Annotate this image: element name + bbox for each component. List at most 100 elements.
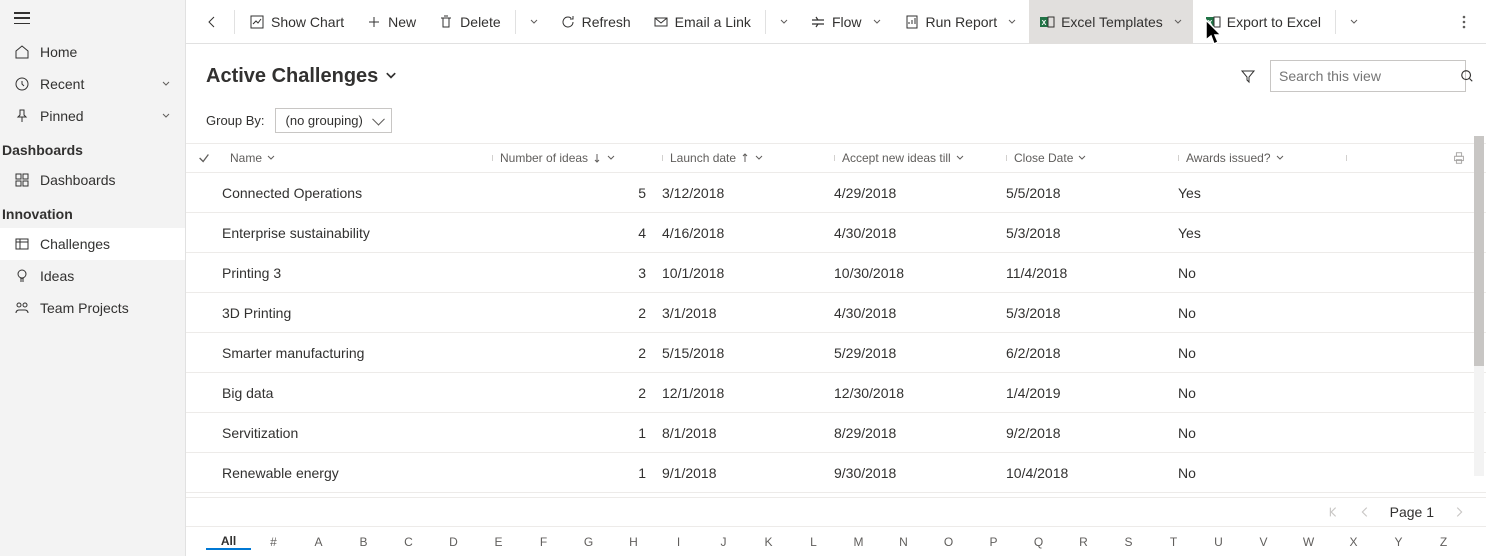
cell-launch: 4/16/2018 xyxy=(662,225,834,241)
email-link-button[interactable]: Email a Link xyxy=(643,0,761,44)
alpha-filter-w[interactable]: W xyxy=(1286,535,1331,549)
table-row[interactable]: Big data212/1/201812/30/20181/4/2019No xyxy=(186,373,1486,413)
cell-accept: 9/30/2018 xyxy=(834,465,1006,481)
filter-icon[interactable] xyxy=(1240,68,1256,84)
overflow-button[interactable] xyxy=(1450,0,1478,44)
alpha-filter-c[interactable]: C xyxy=(386,535,431,549)
alpha-filter-h[interactable]: H xyxy=(611,535,656,549)
cell-ideas: 3 xyxy=(492,265,662,281)
cell-name: 3D Printing xyxy=(222,305,492,321)
alpha-filter-n[interactable]: N xyxy=(881,535,926,549)
hamburger-menu[interactable] xyxy=(0,0,185,36)
table-row[interactable]: Enterprise sustainability44/16/20184/30/… xyxy=(186,213,1486,253)
back-button[interactable] xyxy=(194,0,230,44)
alpha-filter-o[interactable]: O xyxy=(926,535,971,549)
pager-first-button[interactable] xyxy=(1326,505,1340,519)
alpha-filter-p[interactable]: P xyxy=(971,535,1016,549)
delete-button[interactable]: Delete xyxy=(428,0,510,44)
cell-name: Big data xyxy=(222,385,492,401)
cell-name: Renewable energy xyxy=(222,465,492,481)
alpha-filter-r[interactable]: R xyxy=(1061,535,1106,549)
sidebar-item-home[interactable]: Home xyxy=(0,36,185,68)
alpha-filter-v[interactable]: V xyxy=(1241,535,1286,549)
button-label: Export to Excel xyxy=(1227,14,1321,30)
alpha-filter-j[interactable]: J xyxy=(701,535,746,549)
groupby-select[interactable]: (no grouping) xyxy=(275,108,392,133)
alpha-filter-z[interactable]: Z xyxy=(1421,535,1466,549)
alpha-filter-s[interactable]: S xyxy=(1106,535,1151,549)
alpha-filter-d[interactable]: D xyxy=(431,535,476,549)
sidebar-item-label: Team Projects xyxy=(40,300,129,316)
delete-split-button[interactable] xyxy=(520,0,548,44)
cell-launch: 10/1/2018 xyxy=(662,265,834,281)
table-row[interactable]: 3D Printing23/1/20184/30/20185/3/2018No xyxy=(186,293,1486,333)
refresh-button[interactable]: Refresh xyxy=(550,0,641,44)
alpha-filter-a[interactable]: A xyxy=(296,535,341,549)
table-row[interactable]: Connected Operations53/12/20184/29/20185… xyxy=(186,173,1486,213)
alpha-filter-q[interactable]: Q xyxy=(1016,535,1061,549)
cell-ideas: 2 xyxy=(492,385,662,401)
print-icon[interactable] xyxy=(1452,151,1466,165)
pager-prev-button[interactable] xyxy=(1358,505,1372,519)
sidebar: Home Recent Pinned Dashboards Dashboards… xyxy=(0,0,186,556)
sidebar-item-challenges[interactable]: Challenges xyxy=(0,228,185,260)
sidebar-item-pinned[interactable]: Pinned xyxy=(0,100,185,132)
alpha-filter-k[interactable]: K xyxy=(746,535,791,549)
table-row[interactable]: Smarter manufacturing25/15/20185/29/2018… xyxy=(186,333,1486,373)
sidebar-item-dashboards[interactable]: Dashboards xyxy=(0,164,185,196)
alpha-filter-y[interactable]: Y xyxy=(1376,535,1421,549)
alpha-filter-e[interactable]: E xyxy=(476,535,521,549)
export-excel-split-button[interactable] xyxy=(1340,0,1368,44)
table-row[interactable]: Renewable energy19/1/20189/30/201810/4/2… xyxy=(186,453,1486,493)
vertical-scrollbar[interactable] xyxy=(1474,136,1484,476)
view-selector[interactable]: Active Challenges xyxy=(206,65,398,88)
alpha-filter-g[interactable]: G xyxy=(566,535,611,549)
email-link-split-button[interactable] xyxy=(770,0,798,44)
flow-button[interactable]: Flow xyxy=(800,0,892,44)
pin-icon xyxy=(14,108,30,124)
chevron-down-icon xyxy=(161,79,171,89)
alpha-filter-b[interactable]: B xyxy=(341,535,386,549)
sidebar-item-label: Recent xyxy=(40,76,84,92)
cell-awards: No xyxy=(1178,385,1346,401)
alpha-filter-f[interactable]: F xyxy=(521,535,566,549)
sidebar-item-recent[interactable]: Recent xyxy=(0,68,185,100)
table-row[interactable]: Printing 3310/1/201810/30/201811/4/2018N… xyxy=(186,253,1486,293)
select-all-checkbox[interactable] xyxy=(186,151,222,165)
alpha-filter-l[interactable]: L xyxy=(791,535,836,549)
alpha-filter-i[interactable]: I xyxy=(656,535,701,549)
alpha-filter-m[interactable]: M xyxy=(836,535,881,549)
sidebar-item-ideas[interactable]: Ideas xyxy=(0,260,185,292)
export-excel-button[interactable]: X Export to Excel xyxy=(1195,0,1331,44)
team-icon xyxy=(14,300,30,316)
table-row[interactable]: Servitization18/1/20188/29/20189/2/2018N… xyxy=(186,413,1486,453)
column-header-name[interactable]: Name xyxy=(222,151,492,165)
new-button[interactable]: New xyxy=(356,0,426,44)
search-box[interactable] xyxy=(1270,60,1466,92)
column-header-accept[interactable]: Accept new ideas till xyxy=(834,151,1006,165)
alpha-filter-x[interactable]: X xyxy=(1331,535,1376,549)
column-header-close[interactable]: Close Date xyxy=(1006,151,1178,165)
alpha-filter-t[interactable]: T xyxy=(1151,535,1196,549)
search-input[interactable] xyxy=(1279,68,1460,84)
dashboard-icon xyxy=(14,172,30,188)
alpha-filter-all[interactable]: All xyxy=(206,534,251,550)
cell-accept: 10/30/2018 xyxy=(834,265,1006,281)
alpha-filter-#[interactable]: # xyxy=(251,535,296,549)
cell-launch: 12/1/2018 xyxy=(662,385,834,401)
column-label: Number of ideas xyxy=(500,151,588,165)
alpha-filter-u[interactable]: U xyxy=(1196,535,1241,549)
sidebar-item-team-projects[interactable]: Team Projects xyxy=(0,292,185,324)
cell-ideas: 5 xyxy=(492,185,662,201)
column-header-launch[interactable]: Launch date xyxy=(662,151,834,165)
cell-launch: 3/12/2018 xyxy=(662,185,834,201)
column-header-awards[interactable]: Awards issued? xyxy=(1178,151,1346,165)
run-report-button[interactable]: Run Report xyxy=(894,0,1028,44)
flow-icon xyxy=(810,14,826,30)
cell-accept: 4/29/2018 xyxy=(834,185,1006,201)
excel-templates-button[interactable]: X Excel Templates xyxy=(1029,0,1193,44)
pager-next-button[interactable] xyxy=(1452,505,1466,519)
column-header-ideas[interactable]: Number of ideas xyxy=(492,151,662,165)
plus-icon xyxy=(366,14,382,30)
show-chart-button[interactable]: Show Chart xyxy=(239,0,354,44)
